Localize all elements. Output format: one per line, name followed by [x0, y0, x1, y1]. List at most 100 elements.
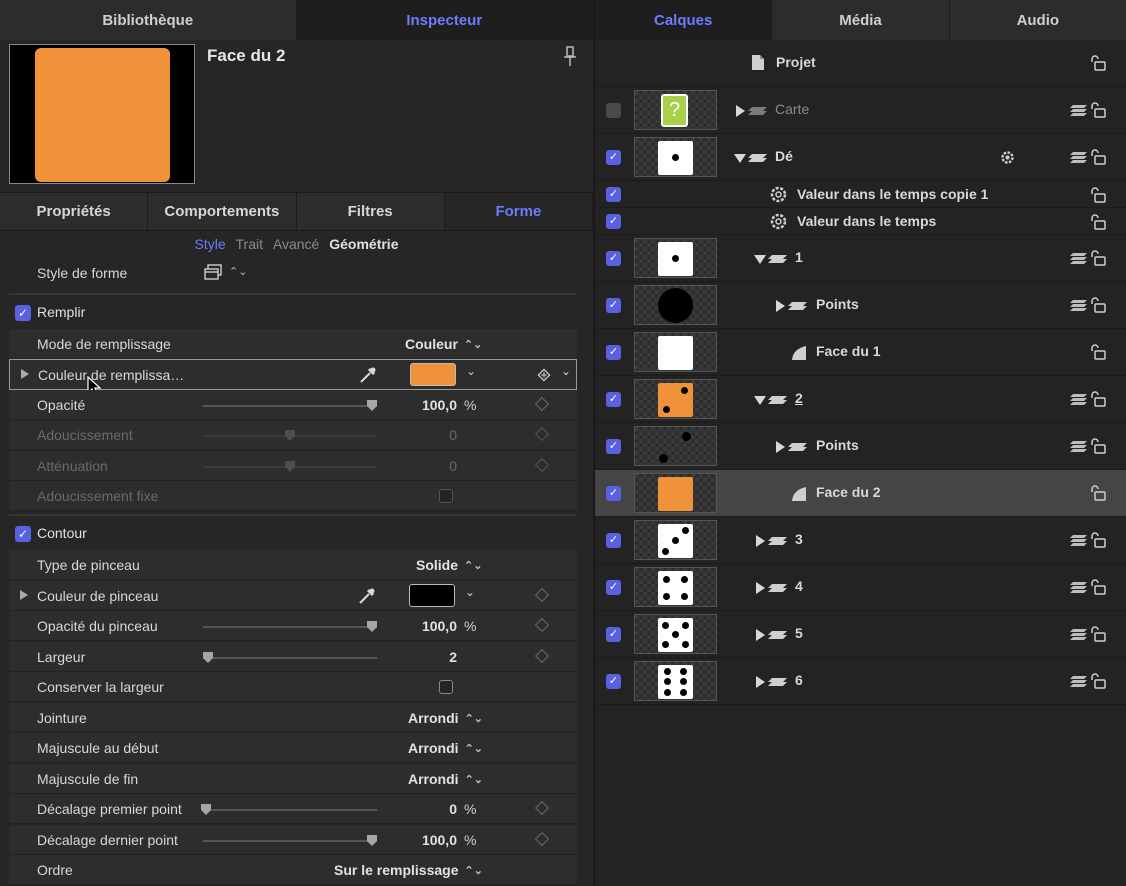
mode-advanced[interactable]: Avancé: [273, 236, 319, 252]
mode-style[interactable]: Style: [195, 236, 226, 252]
keyframe-icon[interactable]: [534, 396, 550, 412]
disclosure-triangle-icon[interactable]: [756, 582, 765, 594]
tab-filters[interactable]: Filtres: [296, 193, 445, 230]
mode-stroke[interactable]: Trait: [236, 236, 263, 252]
layer-row-project[interactable]: Projet: [595, 40, 1126, 87]
pin-icon[interactable]: [562, 46, 578, 68]
last-point-offset-slider[interactable]: [203, 835, 377, 846]
tab-behaviors[interactable]: Comportements: [148, 193, 297, 230]
layer-row-points-1[interactable]: ✓ Points: [595, 282, 1126, 329]
disclosure-triangle-icon[interactable]: [776, 441, 785, 453]
lock-icon[interactable]: [1090, 390, 1106, 407]
last-point-offset-slider-knob[interactable]: [367, 835, 377, 846]
stack-icon[interactable]: [1069, 440, 1088, 453]
fill-mode-popup[interactable]: Couleur ⌃⌄: [405, 336, 482, 352]
layer-visibility-checkbox[interactable]: [606, 103, 621, 118]
shape-style-chevron-icon[interactable]: ⌃⌄: [229, 265, 247, 278]
stack-icon[interactable]: [1069, 104, 1088, 117]
keyframe-icon[interactable]: [534, 617, 550, 633]
first-point-offset-slider-knob[interactable]: [201, 804, 211, 815]
layer-visibility-checkbox[interactable]: ✓: [606, 150, 621, 165]
feather-value[interactable]: 0: [449, 427, 457, 443]
layer-visibility-checkbox[interactable]: ✓: [606, 627, 621, 642]
fill-enabled-checkbox[interactable]: ✓: [15, 305, 31, 321]
layer-row-face-1[interactable]: ✓ Face du 1: [595, 329, 1126, 376]
stack-icon[interactable]: [1069, 628, 1088, 641]
start-cap-popup[interactable]: Arrondi ⌃⌄: [408, 740, 483, 756]
feather-slider[interactable]: [203, 430, 377, 441]
brush-opacity-slider[interactable]: [203, 621, 377, 632]
lock-icon[interactable]: [1090, 343, 1106, 360]
layer-row-face-3-group[interactable]: ✓ 3: [595, 517, 1126, 564]
layer-visibility-checkbox[interactable]: ✓: [606, 439, 621, 454]
layer-visibility-checkbox[interactable]: ✓: [606, 345, 621, 360]
layer-row-card[interactable]: ? Carte: [595, 87, 1126, 134]
layer-visibility-checkbox[interactable]: ✓: [606, 533, 621, 548]
falloff-slider-knob[interactable]: [285, 461, 295, 472]
end-cap-popup[interactable]: Arrondi ⌃⌄: [408, 771, 483, 787]
layer-visibility-checkbox[interactable]: ✓: [606, 298, 621, 313]
keyframe-icon[interactable]: [534, 587, 550, 603]
stack-icon[interactable]: [1069, 581, 1088, 594]
tab-inspector[interactable]: Inspecteur: [296, 0, 593, 40]
feather-slider-knob[interactable]: [285, 430, 295, 441]
shape-style-icon[interactable]: [204, 264, 222, 281]
fill-opacity-slider-knob[interactable]: [367, 400, 377, 411]
stack-icon[interactable]: [1069, 252, 1088, 265]
chevron-down-icon[interactable]: ⌄: [466, 364, 476, 378]
lock-icon[interactable]: [1090, 249, 1106, 266]
width-slider-knob[interactable]: [203, 652, 213, 663]
lock-icon[interactable]: [1090, 578, 1106, 595]
keyframe-icon[interactable]: [534, 800, 550, 816]
disclosure-triangle-icon[interactable]: [736, 105, 745, 117]
brush-opacity-slider-knob[interactable]: [367, 621, 377, 632]
tab-library[interactable]: Bibliothèque: [0, 0, 297, 40]
disclosure-triangle-icon[interactable]: [754, 255, 766, 264]
disclosure-triangle-icon[interactable]: [756, 676, 765, 688]
keyframe-icon[interactable]: [534, 426, 550, 442]
tab-media[interactable]: Média: [772, 0, 950, 40]
brush-opacity-value[interactable]: 100,0: [422, 618, 457, 634]
lock-icon[interactable]: [1090, 437, 1106, 454]
disclosure-triangle-icon[interactable]: [20, 590, 28, 600]
layer-visibility-checkbox[interactable]: ✓: [606, 392, 621, 407]
preserve-width-checkbox[interactable]: [439, 680, 453, 694]
falloff-value[interactable]: 0: [449, 458, 457, 474]
lock-icon[interactable]: [1090, 54, 1106, 71]
disclosure-triangle-icon[interactable]: [754, 396, 766, 405]
stack-icon[interactable]: [1069, 299, 1088, 312]
brush-color-swatch[interactable]: [409, 584, 455, 607]
tab-properties[interactable]: Propriétés: [0, 193, 149, 230]
lock-icon[interactable]: [1090, 296, 1106, 313]
brush-type-popup[interactable]: Solide ⌃⌄: [416, 557, 482, 573]
layer-row-behavior[interactable]: ✓ Valeur dans le temps: [595, 208, 1126, 235]
tab-audio[interactable]: Audio: [949, 0, 1126, 40]
layer-visibility-checkbox[interactable]: ✓: [606, 580, 621, 595]
width-value[interactable]: 2: [449, 649, 457, 665]
first-point-offset-slider[interactable]: [201, 804, 377, 815]
fill-opacity-slider[interactable]: [203, 400, 377, 411]
lock-icon[interactable]: [1090, 186, 1106, 203]
disclosure-triangle-icon[interactable]: [776, 300, 785, 312]
layer-row-face-2[interactable]: ✓ Face du 2: [595, 470, 1126, 517]
eyedropper-icon[interactable]: [357, 586, 377, 606]
disclosure-triangle-icon[interactable]: [21, 369, 29, 379]
keyframe-icon[interactable]: [534, 831, 550, 847]
layer-row-face-4-group[interactable]: ✓ 4: [595, 564, 1126, 611]
animation-menu-chevron-icon[interactable]: ⌄: [561, 364, 571, 378]
joint-popup[interactable]: Arrondi ⌃⌄: [408, 710, 483, 726]
lock-icon[interactable]: [1090, 148, 1106, 165]
layer-row-face-1-group[interactable]: ✓ 1: [595, 235, 1126, 282]
chevron-down-icon[interactable]: ⌄: [465, 585, 475, 599]
last-point-offset-value[interactable]: 100,0: [422, 832, 457, 848]
layer-row-points-2[interactable]: ✓ Points: [595, 423, 1126, 470]
stack-icon[interactable]: [1069, 393, 1088, 406]
disclosure-triangle-icon[interactable]: [756, 629, 765, 641]
layer-visibility-checkbox[interactable]: ✓: [606, 486, 621, 501]
lock-icon[interactable]: [1090, 625, 1106, 642]
keyframe-icon[interactable]: [534, 648, 550, 664]
tab-layers[interactable]: Calques: [595, 0, 773, 40]
eyedropper-icon[interactable]: [358, 365, 378, 385]
outline-enabled-checkbox[interactable]: ✓: [15, 526, 31, 542]
layer-visibility-checkbox[interactable]: ✓: [606, 187, 621, 202]
